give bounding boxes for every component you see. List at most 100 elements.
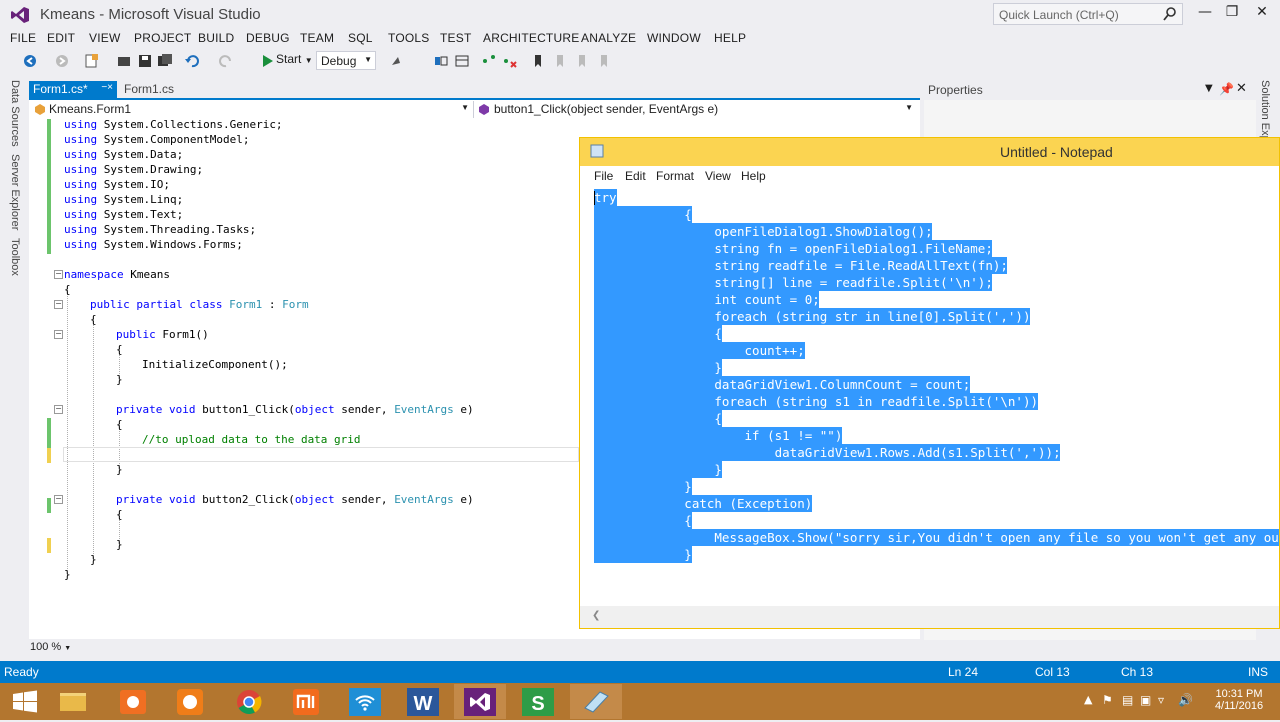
attach-icon[interactable] <box>390 53 406 69</box>
namespace-ref: System.Text; <box>103 208 184 221</box>
menu-view[interactable]: VIEW <box>89 31 120 45</box>
notepad-menu-file[interactable]: File <box>594 169 613 183</box>
code-line: using System.Drawing; <box>64 162 203 177</box>
menu-project[interactable]: PROJECT <box>134 31 191 45</box>
menu-build[interactable]: BUILD <box>198 31 234 45</box>
wifi-task[interactable] <box>339 684 391 719</box>
menu-team[interactable]: TEAM <box>300 31 334 45</box>
menu-debug[interactable]: DEBUG <box>246 31 290 45</box>
chrome-task[interactable] <box>223 684 275 719</box>
search-icon[interactable] <box>1162 6 1178 22</box>
code-line: using System.Text; <box>64 207 183 222</box>
solution-config-select[interactable]: Debug ▼ <box>316 51 376 70</box>
mi-task[interactable] <box>281 684 333 719</box>
save-icon[interactable] <box>137 53 153 69</box>
code-line: { <box>116 508 123 521</box>
back-icon[interactable] <box>22 53 38 69</box>
menu-edit[interactable]: EDIT <box>47 31 75 45</box>
zoom-select[interactable]: 100 % ▼ <box>30 641 82 655</box>
collapse-toggle[interactable]: − <box>54 495 63 504</box>
menu-help[interactable]: HELP <box>714 31 746 45</box>
branch-icon[interactable] <box>481 53 497 69</box>
save-all-icon[interactable] <box>157 53 173 69</box>
collapse-toggle[interactable]: − <box>54 405 63 414</box>
visual-studio-task[interactable] <box>454 684 506 719</box>
new-project-icon[interactable] <box>84 53 100 69</box>
notepad-menu-format[interactable]: Format <box>656 169 694 183</box>
notepad-menu-help[interactable]: Help <box>741 169 766 183</box>
open-file-icon[interactable] <box>116 53 132 69</box>
bookmark-clear-icon[interactable] <box>596 53 612 69</box>
battery-icon[interactable]: ▣ <box>1140 693 1151 707</box>
menu-test[interactable]: TEST <box>440 31 471 45</box>
start-button[interactable]: Start ▼ <box>258 52 313 66</box>
quick-launch-input[interactable]: Quick Launch (Ctrl+Q) <box>993 3 1183 25</box>
pin-icon[interactable]: −× <box>101 82 113 93</box>
collapse-toggle[interactable]: − <box>54 270 63 279</box>
clock[interactable]: 10:31 PM 4/11/2016 <box>1208 688 1270 712</box>
menu-file[interactable]: FILE <box>10 31 36 45</box>
tab-form1-cs[interactable]: Form1.cs* −× <box>29 81 117 98</box>
tab-form1-design[interactable]: Form1.cs [Design]* <box>120 81 230 110</box>
forward-icon[interactable] <box>54 53 70 69</box>
quick-launch-placeholder: Quick Launch (Ctrl+Q) <box>999 8 1119 22</box>
solution-config-value: Debug <box>321 54 357 68</box>
menu-architecture[interactable]: ARCHITECTURE <box>483 31 579 45</box>
close-button[interactable]: ✕ <box>1250 4 1274 24</box>
uc-browser-task[interactable] <box>165 684 217 719</box>
menu-sql[interactable]: SQL <box>348 31 373 45</box>
menu-window[interactable]: WINDOW <box>647 31 701 45</box>
notepad-title-bar[interactable]: Untitled - Notepad <box>580 138 1279 166</box>
close-icon[interactable]: ✕ <box>1236 81 1247 96</box>
dropdown-icon[interactable]: ▼ <box>1205 83 1213 94</box>
notepad-menu-edit[interactable]: Edit <box>625 169 646 183</box>
menu-analyze[interactable]: ANALYZE <box>581 31 636 45</box>
restore-button[interactable]: ❐ <box>1220 4 1244 24</box>
minimize-button[interactable]: — <box>1193 4 1217 24</box>
class-dropdown[interactable]: Kmeans.Form1 ▼ <box>31 101 474 118</box>
bookmark-next-icon[interactable] <box>574 53 590 69</box>
wifi-icon[interactable]: ▿ <box>1158 693 1164 707</box>
code-line: } <box>64 568 71 581</box>
solution-explorer-tab[interactable]: Solution Exp <box>1259 80 1271 142</box>
redo-icon[interactable] <box>218 53 234 69</box>
notepad-line: string fn = openFileDialog1.FileName; <box>594 241 993 256</box>
toolbox-tab[interactable]: Toolbox <box>9 238 21 276</box>
notepad-window[interactable]: Untitled - Notepad File Edit Format View… <box>579 137 1280 629</box>
code-line: private void button2_Click(object sender… <box>116 492 474 507</box>
recorder-task[interactable] <box>108 684 160 719</box>
code-line: } <box>116 373 123 386</box>
network-icon[interactable]: ▤ <box>1122 693 1133 707</box>
notepad-task[interactable] <box>570 684 622 719</box>
bookmark-icon[interactable] <box>530 53 546 69</box>
word-task[interactable]: W <box>397 684 449 719</box>
tray-chevron-icon[interactable]: ▲ <box>1084 693 1092 706</box>
branch-remove-icon[interactable] <box>502 53 518 69</box>
flag-icon[interactable]: ⚑ <box>1102 693 1113 707</box>
layout-alt-icon[interactable] <box>454 53 470 69</box>
start-dropdown-icon[interactable]: ▼ <box>305 56 313 65</box>
notepad-text-area[interactable]: try { openFileDialog1.ShowDialog(); stri… <box>580 186 1279 606</box>
notepad-line: foreach (string s1 in readfile.Split('\n… <box>594 394 1039 409</box>
volume-icon[interactable]: 🔊 <box>1178 693 1193 707</box>
spreadsheet-task[interactable]: S <box>512 684 564 719</box>
pin-icon[interactable]: 📌 <box>1219 82 1234 96</box>
member-dropdown[interactable]: button1_Click(object sender, EventArgs e… <box>477 101 917 118</box>
notepad-line: try <box>594 190 617 205</box>
undo-icon[interactable] <box>184 53 200 69</box>
bookmark-prev-icon[interactable] <box>552 53 568 69</box>
layout-icon[interactable] <box>433 53 449 69</box>
menu-tools[interactable]: TOOLS <box>388 31 429 45</box>
file-explorer-task[interactable] <box>48 684 100 719</box>
horizontal-scrollbar[interactable]: ❮ <box>580 606 1279 628</box>
server-explorer-tab[interactable]: Server Explorer <box>9 154 21 230</box>
start-button[interactable] <box>0 684 52 719</box>
namespace-ref: System.Linq; <box>103 193 184 206</box>
notepad-menu-view[interactable]: View <box>705 169 731 183</box>
keyword: using <box>64 193 98 206</box>
scroll-left-icon[interactable]: ❮ <box>592 610 600 621</box>
collapse-toggle[interactable]: − <box>54 300 63 309</box>
collapse-toggle[interactable]: − <box>54 330 63 339</box>
data-sources-tab[interactable]: Data Sources <box>9 80 21 147</box>
notepad-line: string readfile = File.ReadAllText(fn); <box>594 258 1008 273</box>
